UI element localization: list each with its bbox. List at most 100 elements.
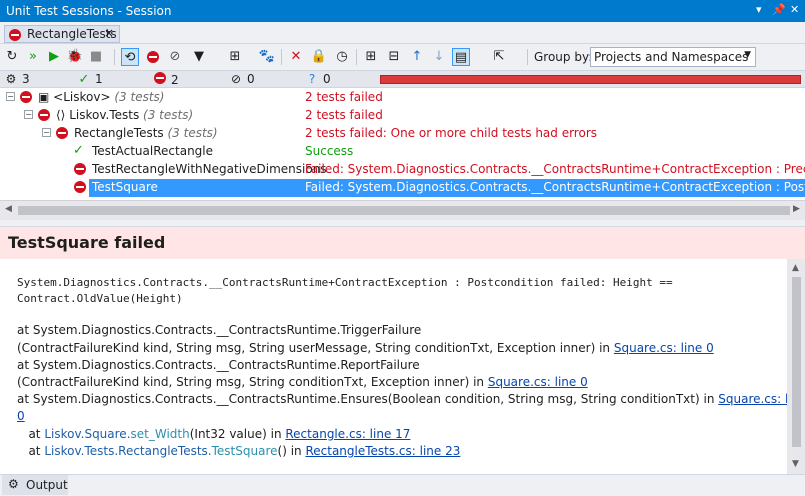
group-by-value: Projects and Namespaces [594, 50, 749, 64]
window-title: Unit Test Sessions - Session [6, 4, 172, 18]
expand-all-icon[interactable]: ⊞ [362, 48, 380, 66]
next-icon[interactable]: ↓ [430, 48, 448, 66]
node-result: 2 tests failed: One or more child tests … [305, 126, 598, 140]
group-by-select[interactable]: Projects and Namespaces ▼ [590, 47, 756, 67]
stack-line: at System.Diagnostics.Contracts.__Contra… [17, 323, 422, 337]
lock-icon[interactable]: 🔒 [310, 48, 328, 66]
stop-icon[interactable]: ■ [87, 48, 105, 66]
failed-icon [20, 91, 32, 103]
tree-row[interactable]: ✓ TestActualRectangle Success [0, 143, 805, 161]
question-icon: ? [308, 72, 316, 86]
collapse-toggle[interactable]: − [24, 110, 33, 119]
tree-row[interactable]: TestRectangleWithNegativeDimensions Fail… [0, 161, 805, 179]
node-name: <Liskov> [53, 90, 111, 104]
tab-output[interactable]: ⚙ Output [2, 475, 68, 495]
failure-title: TestSquare failed [8, 233, 166, 252]
passed-count[interactable]: ✓ 1 [77, 72, 103, 87]
bottom-tab-bar: ⚙ Output [0, 474, 805, 496]
check-icon: ✓ [78, 72, 90, 87]
clock-icon[interactable]: ◷ [333, 48, 351, 66]
tests-icon: ⚙ [5, 72, 17, 86]
dropdown-icon[interactable]: ▾ [756, 3, 762, 16]
failed-count[interactable]: 2 [153, 72, 179, 87]
node-count: (3 tests) [167, 126, 218, 140]
failed-status-icon [9, 29, 21, 41]
layout-icon[interactable]: ▤ [452, 48, 470, 66]
show-ignored-icon[interactable]: ⊘ [166, 48, 184, 66]
export-icon[interactable]: ⇱ [490, 48, 508, 66]
failure-header: TestSquare failed [0, 227, 805, 259]
tab-rectangle-tests[interactable]: RectangleTests × [4, 25, 120, 43]
stack-line: at System.Diagnostics.Contracts.__Contra… [17, 392, 805, 406]
scroll-thumb[interactable] [792, 277, 801, 447]
tree-view-icon[interactable]: ⊞ [226, 48, 244, 66]
failed-icon [74, 163, 86, 175]
run-all-icon[interactable]: » [24, 48, 42, 66]
ignored-icon: ⊘ [230, 72, 242, 86]
tree-row-selected[interactable]: TestSquare Failed: System.Diagnostics.Co… [0, 179, 805, 197]
failed-icon [56, 127, 68, 139]
node-name: TestRectangleWithNegativeDimensions [92, 162, 327, 176]
filter-icon[interactable]: ▼ [190, 48, 208, 66]
previous-icon[interactable]: ↑ [408, 48, 426, 66]
total-count[interactable]: ⚙ 3 [4, 72, 30, 86]
show-failed-icon[interactable] [144, 48, 162, 66]
exception-message: System.Diagnostics.Contracts.__Contracts… [17, 276, 680, 305]
title-bar: Unit Test Sessions - Session ▾ 📌 ✕ [0, 0, 805, 22]
stack-line: at System.Diagnostics.Contracts.__Contra… [17, 358, 420, 372]
scroll-right-icon[interactable]: ▶ [793, 204, 800, 214]
source-link[interactable]: Rectangle.cs: line 17 [285, 427, 410, 441]
progress-bar [380, 75, 801, 84]
debug-icon[interactable]: 🐞 [66, 48, 84, 66]
collapse-toggle[interactable]: − [6, 92, 15, 101]
collapse-all-icon[interactable]: ⊟ [385, 48, 403, 66]
node-result: Failed: System.Diagnostics.Contracts.__C… [305, 162, 805, 176]
run-icon[interactable]: ▶ [45, 48, 63, 66]
tree-row[interactable]: − RectangleTests (3 tests) 2 tests faile… [0, 125, 805, 143]
check-icon: ✓ [73, 143, 84, 158]
node-result: 2 tests failed [305, 90, 383, 104]
node-count: (3 tests) [114, 90, 165, 104]
stack-line: (ContractFailureKind kind, String msg, S… [17, 341, 714, 355]
stack-line: (ContractFailureKind kind, String msg, S… [17, 375, 588, 389]
remove-icon[interactable]: ✕ [287, 48, 305, 66]
tree-row[interactable]: − ⟨⟩ Liskov.Tests (3 tests) 2 tests fail… [0, 107, 805, 125]
ignored-count[interactable]: ⊘ 0 [229, 72, 255, 86]
stack-frame: at Liskov.Square.set_Width(Int32 value) … [17, 427, 411, 441]
source-link[interactable]: Square.cs: line 0 [614, 341, 714, 355]
horizontal-scrollbar[interactable]: ◀ ▶ [0, 200, 805, 220]
close-icon[interactable]: ✕ [790, 3, 799, 16]
track-running-icon[interactable]: ⟲ [121, 48, 139, 66]
failed-icon [38, 109, 50, 121]
node-result: 2 tests failed [305, 108, 383, 122]
tree-row[interactable]: − ▣ <Liskov> (3 tests) 2 tests failed [0, 89, 805, 107]
splitter[interactable] [0, 220, 805, 227]
scroll-down-icon[interactable]: ▼ [792, 459, 799, 469]
source-link[interactable]: RectangleTests.cs: line 23 [305, 444, 460, 458]
collapse-toggle[interactable]: − [42, 128, 51, 137]
failed-icon [153, 72, 167, 87]
failure-details: System.Diagnostics.Contracts.__Contracts… [0, 259, 805, 474]
scroll-left-icon[interactable]: ◀ [5, 204, 12, 214]
test-tree: − ▣ <Liskov> (3 tests) 2 tests failed − … [0, 89, 805, 200]
scroll-up-icon[interactable]: ▲ [792, 263, 799, 273]
refresh-icon[interactable]: ↻ [3, 48, 21, 66]
tab-close-button[interactable]: × [104, 26, 114, 40]
failed-icon [74, 181, 86, 193]
chevron-down-icon: ▼ [744, 50, 751, 60]
toolbar: ↻ » ▶ 🐞 ■ ⟲ ⊘ ▼ ⊞ 🐾 ✕ 🔒 ◷ ⊞ ⊟ ↑ ↓ ▤ ⇱ Gr… [0, 44, 805, 70]
project-icon: ▣ [38, 90, 50, 104]
node-result: Success [305, 144, 354, 158]
vertical-scrollbar[interactable]: ▲ ▼ [787, 259, 805, 474]
scroll-thumb[interactable] [18, 206, 790, 215]
session-tab-bar: RectangleTests × [0, 22, 805, 44]
stack-frame: at Liskov.Tests.RectangleTests.TestSquar… [17, 444, 461, 458]
source-link[interactable]: Square.cs: line 0 [488, 375, 588, 389]
group-by-label: Group by: [534, 50, 593, 64]
pin-icon[interactable]: 📌 [772, 3, 786, 16]
status-counters: ⚙ 3 ✓ 1 2 ⊘ 0 ? 0 [0, 70, 805, 88]
namespace-icon: ⟨⟩ [56, 108, 66, 122]
unknown-count[interactable]: ? 0 [305, 72, 331, 86]
paw-icon[interactable]: 🐾 [258, 48, 276, 66]
source-link[interactable]: 0 [17, 409, 25, 423]
